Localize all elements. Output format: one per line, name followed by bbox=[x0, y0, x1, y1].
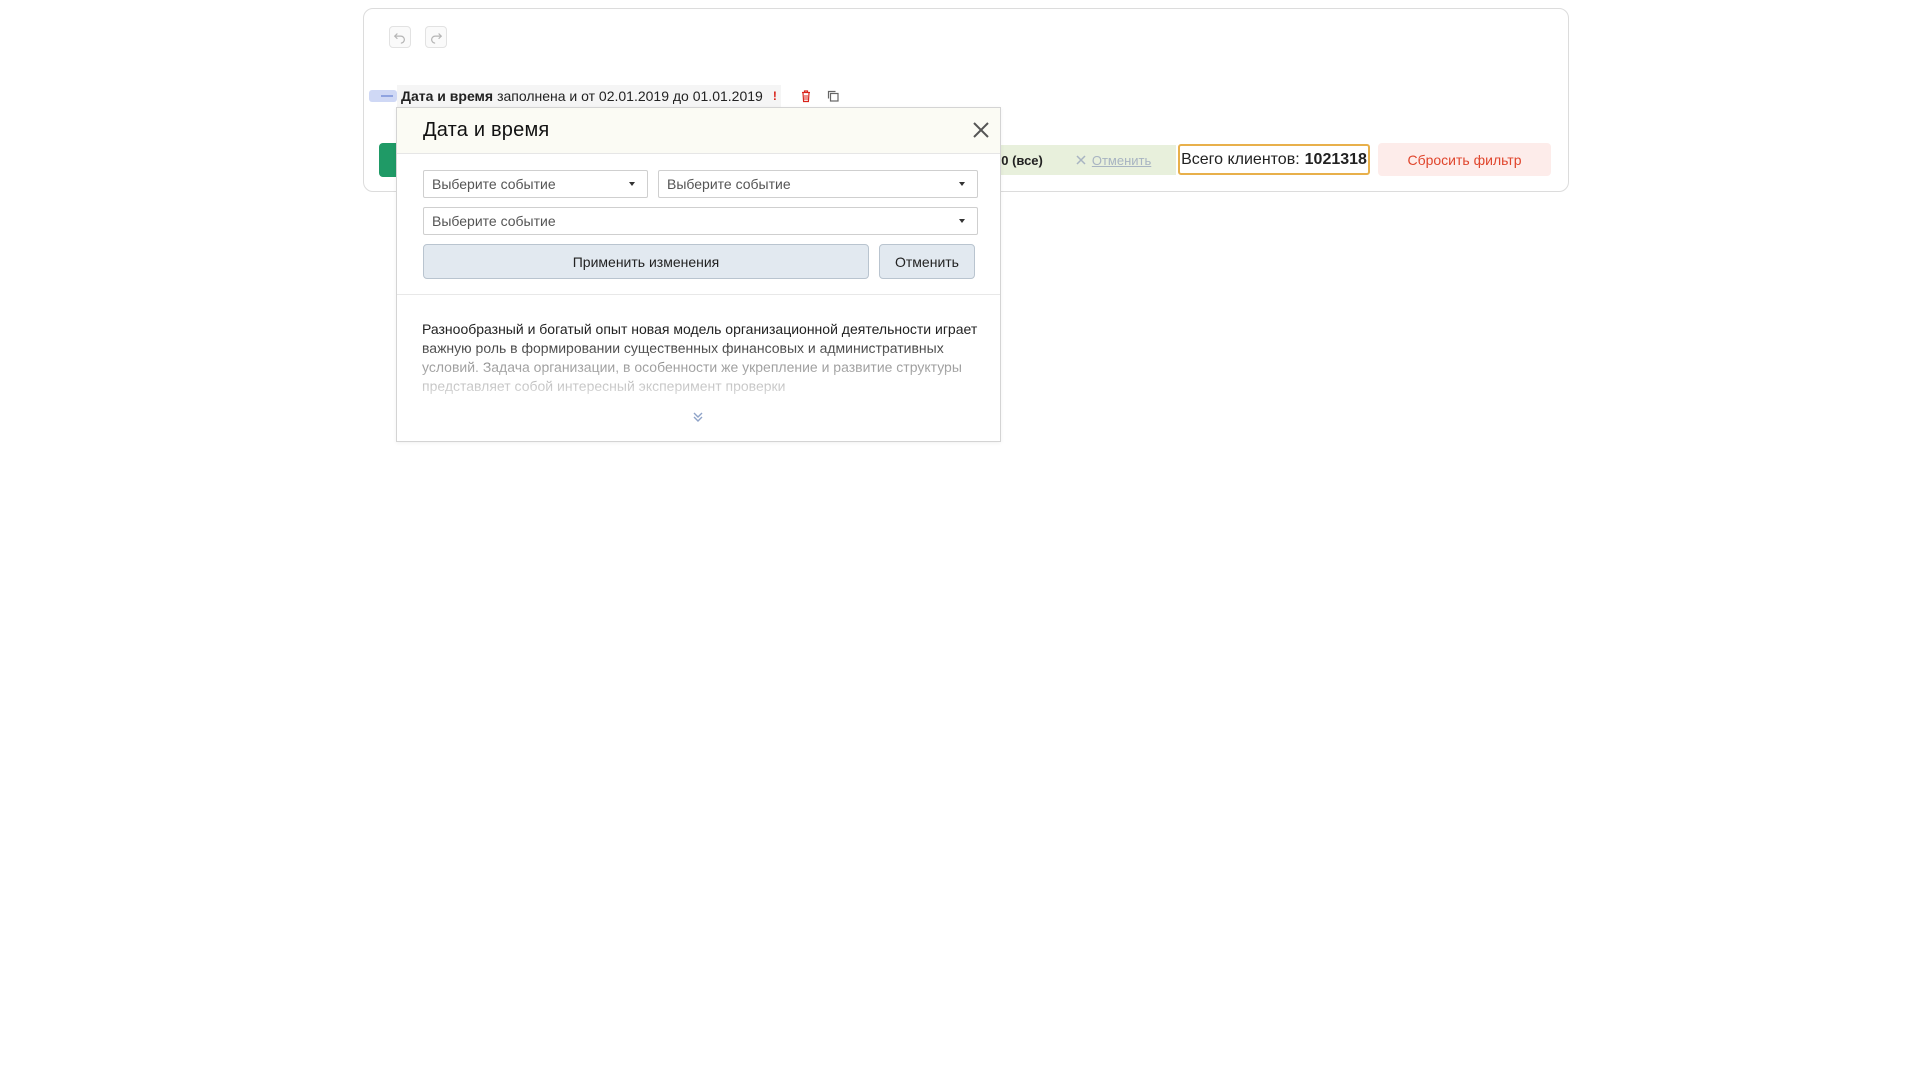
double-chevron-down-icon[interactable] bbox=[691, 410, 705, 424]
total-clients: Всего клиентов: 1021318 bbox=[1178, 144, 1370, 175]
event-select-3-placeholder: Выберите событие bbox=[432, 213, 556, 229]
undo-icon bbox=[393, 33, 405, 44]
filter-description: Разнообразный и богатый опыт новая модел… bbox=[422, 321, 978, 394]
event-select-1[interactable]: Выберите событие bbox=[423, 170, 648, 198]
delete-filter-button[interactable] bbox=[798, 88, 814, 104]
close-dialog-button[interactable] bbox=[970, 119, 992, 141]
filter-condition-text: заполнена и от 02.01.2019 до 01.01.2019 bbox=[497, 88, 763, 104]
dialog-header: Дата и время bbox=[397, 108, 1000, 154]
event-select-1-placeholder: Выберите событие bbox=[432, 176, 556, 192]
range-summary: 00 (все) Отменить bbox=[990, 145, 1176, 175]
trash-icon bbox=[802, 90, 810, 103]
chevron-down-icon bbox=[959, 182, 965, 186]
dialog-title: Дата и время bbox=[423, 119, 550, 141]
event-select-3[interactable]: Выберите событие bbox=[423, 207, 978, 235]
reset-filter-button[interactable]: Сбросить фильтр bbox=[1378, 143, 1551, 176]
warning-mark: ! bbox=[772, 89, 777, 103]
date-time-dialog: Дата и время Выберите событие Выберите с… bbox=[396, 107, 1001, 442]
close-icon bbox=[1076, 155, 1086, 165]
close-icon bbox=[973, 122, 989, 138]
total-clients-label: Всего клиентов: bbox=[1181, 150, 1300, 168]
chevron-down-icon bbox=[629, 182, 635, 186]
copy-filter-button[interactable] bbox=[825, 88, 841, 104]
chevron-down-icon bbox=[959, 219, 965, 223]
filter-drag-handle[interactable] bbox=[369, 90, 397, 102]
total-clients-value: 1021318 bbox=[1304, 150, 1367, 168]
redo-button[interactable] bbox=[425, 26, 447, 48]
apply-changes-button[interactable]: Применить изменения bbox=[423, 244, 869, 279]
dialog-divider bbox=[397, 294, 1000, 295]
copy-icon bbox=[827, 90, 839, 102]
cancel-button[interactable]: Отменить bbox=[879, 244, 975, 279]
filter-condition[interactable]: Дата и время заполнена и от 02.01.2019 д… bbox=[397, 85, 781, 107]
range-value: 00 (все) bbox=[994, 152, 1043, 168]
cancel-range-link[interactable]: Отменить bbox=[1075, 153, 1151, 168]
filter-field-name: Дата и время bbox=[401, 88, 494, 104]
redo-icon bbox=[431, 33, 443, 44]
undo-button[interactable] bbox=[389, 26, 411, 48]
event-select-2-placeholder: Выберите событие bbox=[667, 176, 791, 192]
event-select-2[interactable]: Выберите событие bbox=[658, 170, 978, 198]
cancel-range-label: Отменить bbox=[1091, 152, 1152, 168]
